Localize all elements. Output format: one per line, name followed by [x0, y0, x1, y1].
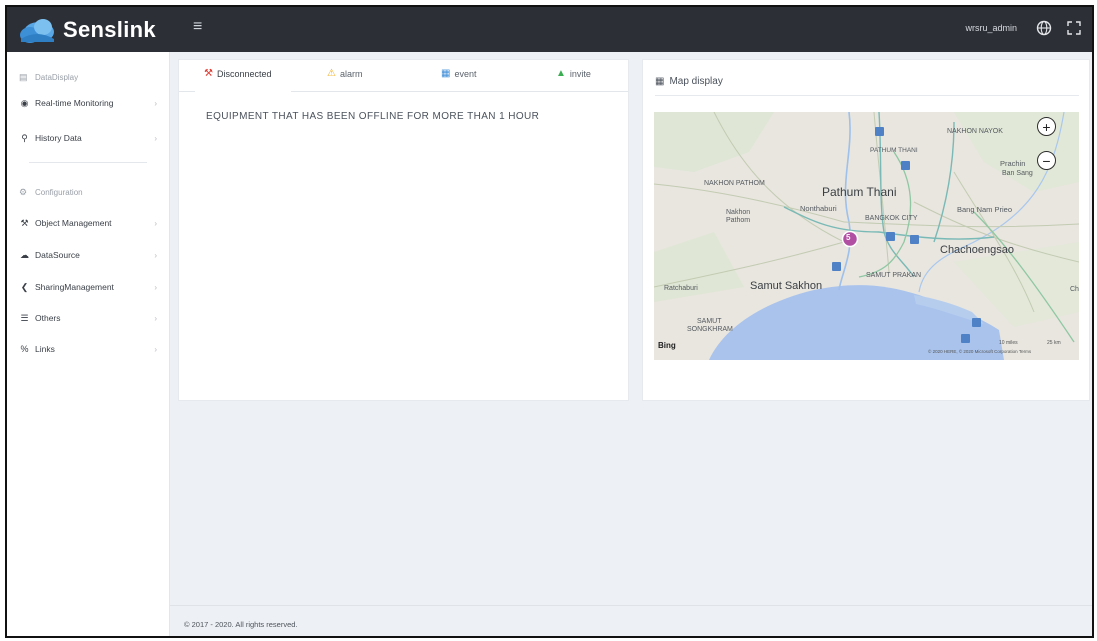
sidebar-item-label: DataSource — [35, 250, 80, 260]
place-label: SAMUT — [697, 318, 722, 325]
chevron-right-icon: › — [154, 98, 157, 108]
map-panel: ▦ Map display 5 PATHUM THANI NAKHON NAYO… — [642, 59, 1090, 401]
map-scale-km: 25 km — [1047, 340, 1061, 346]
place-label: SAMUT PRAKAN — [866, 272, 922, 279]
sidebar-item-label: Object Management — [35, 218, 112, 228]
place-label: Pathom — [726, 217, 751, 224]
place-label: NAKHON PATHOM — [704, 180, 765, 187]
brand-name: Senslink — [63, 17, 156, 42]
gears-icon: ⚙ — [19, 187, 28, 197]
tab-invite[interactable]: ▲ invite — [556, 68, 591, 79]
tab-label: Disconnected — [216, 68, 272, 79]
calendar-icon: ▦ — [441, 68, 451, 79]
cluster-count[interactable]: 5 — [846, 233, 850, 242]
search-icon: ⚲ — [21, 132, 28, 143]
place-label: Ratchaburi — [664, 285, 698, 292]
sidebar-item-label: Links — [35, 344, 55, 354]
place-label: Ch — [1070, 286, 1079, 293]
app-window: Senslink ≡ wrsru_admin ▤ DataDisplay ◉ R… — [5, 5, 1094, 638]
tab-label: event — [454, 68, 477, 79]
place-label: Ban Sang — [1002, 170, 1033, 177]
footer: © 2017 - 2020. All rights reserved. — [170, 605, 1092, 636]
place-label: PATHUM THANI — [870, 147, 918, 154]
sidebar-divider — [29, 162, 147, 163]
copyright-text: © 2017 - 2020. All rights reserved. — [184, 620, 298, 629]
place-label: Prachin — [1000, 159, 1026, 168]
sidebar-item-label: Real-time Monitoring — [35, 98, 114, 108]
sidebar-section-configuration: ⚙ Configuration — [19, 187, 83, 198]
chevron-right-icon: › — [154, 218, 157, 228]
sidebar-item-datasource[interactable]: ☁ DataSource › — [19, 247, 159, 263]
fullscreen-icon[interactable] — [1066, 20, 1082, 36]
chevron-right-icon: › — [154, 344, 157, 354]
bing-logo: Bing — [658, 341, 676, 350]
status-panel: ⚒ Disconnected ⚠ alarm ▦ event ▲ invite … — [178, 59, 629, 401]
place-label: Bang Nam Prieo — [957, 205, 1013, 214]
place-label: Nakhon — [726, 209, 751, 216]
sidebar-item-object-management[interactable]: ⚒ Object Management › — [19, 215, 159, 231]
status-tabs: ⚒ Disconnected ⚠ alarm ▦ event ▲ invite — [179, 60, 628, 92]
tab-disconnected[interactable]: ⚒ Disconnected — [204, 68, 272, 79]
sidebar-item-links[interactable]: % Links › — [19, 341, 159, 357]
map-copyright[interactable]: © 2020 HERE, © 2020 Microsoft Corporatio… — [928, 349, 1031, 354]
wrench-icon: ⚒ — [20, 217, 29, 228]
wrench-icon: ⚒ — [204, 68, 213, 79]
active-tab-indicator — [195, 90, 291, 92]
map-panel-title: ▦ Map display — [655, 76, 723, 87]
place-label: NAKHON NAYOK — [947, 128, 1003, 135]
map-title-text: Map display — [669, 76, 723, 87]
sidebar-item-label: Others — [35, 313, 61, 323]
share-icon: ❮ — [20, 281, 29, 292]
offline-equipment-heading: EQUIPMENT THAT HAS BEEN OFFLINE FOR MORE… — [206, 111, 540, 122]
bell-icon: ▲ — [556, 68, 566, 79]
map-divider — [655, 95, 1079, 96]
sidebar-item-label: History Data — [35, 133, 82, 143]
tab-label: alarm — [339, 68, 363, 79]
sidebar-item-others[interactable]: ☰ Others › — [19, 310, 159, 326]
map-scale-miles: 10 miles — [999, 340, 1018, 346]
link-icon: % — [20, 344, 29, 354]
place-label: SONGKHRAM — [687, 326, 733, 333]
top-bar: Senslink ≡ wrsru_admin — [7, 7, 1092, 52]
tab-alarm[interactable]: ⚠ alarm — [327, 68, 362, 79]
sidebar-item-history-data[interactable]: ⚲ History Data › — [19, 130, 159, 146]
sliders-icon: ☰ — [20, 312, 29, 323]
user-menu[interactable]: wrsru_admin — [965, 23, 1017, 33]
globe-icon[interactable] — [1036, 20, 1052, 36]
sidebar-item-sharing-management[interactable]: ❮ SharingManagement › — [19, 279, 159, 295]
section-title: Configuration — [35, 188, 83, 197]
chevron-right-icon: › — [154, 133, 157, 143]
map-view[interactable]: 5 PATHUM THANI NAKHON NAYOK Prachin Ban … — [654, 112, 1079, 360]
section-title: DataDisplay — [35, 73, 79, 82]
sidebar-section-datadisplay: ▤ DataDisplay — [19, 72, 78, 83]
zoom-out-button[interactable]: − — [1037, 151, 1056, 170]
warning-icon: ⚠ — [327, 68, 336, 79]
chevron-right-icon: › — [154, 313, 157, 323]
sidebar-item-label: SharingManagement — [35, 282, 114, 292]
bar-chart-icon: ▤ — [19, 72, 28, 82]
place-label: Chachoengsao — [940, 244, 1015, 256]
tab-label: invite — [569, 68, 591, 79]
tab-event[interactable]: ▦ event — [441, 68, 476, 79]
map-icon: ▦ — [655, 76, 665, 87]
chevron-right-icon: › — [154, 250, 157, 260]
place-label: Samut Sakhon — [750, 280, 823, 292]
place-label: Pathum Thani — [822, 185, 897, 199]
place-label: Nonthaburi — [800, 204, 837, 213]
sidebar: ▤ DataDisplay ◉ Real-time Monitoring › ⚲… — [7, 52, 170, 636]
brand-logo[interactable]: Senslink — [17, 13, 156, 47]
place-label: BANGKOK CITY — [865, 215, 918, 222]
cloud-logo-icon — [20, 19, 54, 43]
hamburger-icon[interactable]: ≡ — [193, 18, 202, 36]
cloud-icon: ☁ — [20, 249, 29, 260]
zoom-in-button[interactable]: + — [1037, 117, 1056, 136]
sidebar-item-realtime-monitoring[interactable]: ◉ Real-time Monitoring › — [19, 95, 159, 111]
eye-icon: ◉ — [20, 97, 29, 108]
chevron-right-icon: › — [154, 282, 157, 292]
